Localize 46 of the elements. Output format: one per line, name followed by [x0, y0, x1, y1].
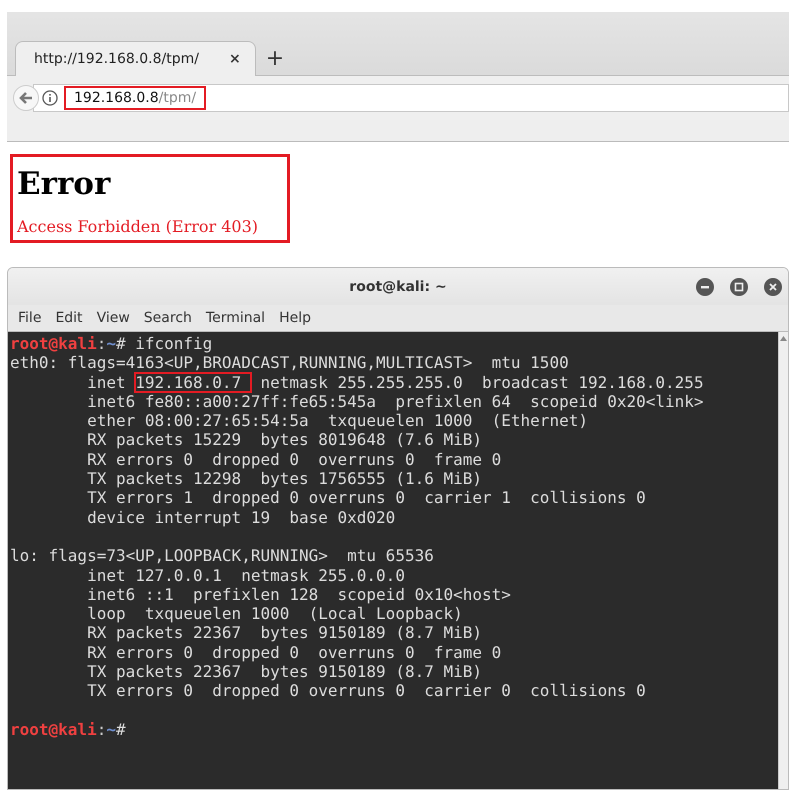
scroll-up-icon [780, 336, 787, 341]
terminal-line: inet6 ::1 prefixlen 128 scopeid 0x10<host> [86, 584, 511, 604]
terminal-line: device interrupt 19 base 0xd020 [86, 508, 396, 527]
terminal-line: TX errors 1 dropped 0 overruns 0 carrier 1 collisions 0 [86, 488, 646, 508]
menu-item[interactable]: View [90, 310, 137, 326]
terminal-line: RX errors 0 dropped 0 overruns 0 frame 0 [86, 450, 502, 470]
close-tab-button[interactable]: × [228, 51, 241, 67]
menu-item[interactable]: File [11, 310, 48, 326]
back-arrow-icon [19, 91, 33, 105]
terminal-line: root@kali:~# [10, 720, 127, 740]
terminal-line: TX errors 0 dropped 0 overruns 0 carrier 0 collisions 0 [86, 681, 646, 701]
address-bar[interactable]: 192.168.0.8/tpm/ [33, 84, 789, 112]
error-message: Access Forbidden (Error 403) [17, 217, 260, 236]
minimize-button[interactable] [696, 278, 714, 296]
terminal-line: TX packets 12298 bytes 1756555 (1.6 MiB) [86, 469, 482, 488]
terminal-line: root@kali:~# ifconfig [10, 334, 212, 354]
url-text: 192.168.0.8/tpm/ [64, 86, 206, 110]
info-icon [42, 90, 58, 106]
scrollbar[interactable] [778, 332, 788, 789]
terminal-line: netmask 255.255.255.0 broadcast 192.168.0.255 [259, 372, 704, 392]
error-heading: Error [17, 167, 112, 202]
close-icon [768, 282, 778, 292]
back-button[interactable] [13, 85, 39, 111]
terminal-line: inet 127.0.0.1 netmask 255.0.0.0 [86, 566, 405, 585]
terminal-line: eth0: flags=4163<UP,BROADCAST,RUNNING,MULTICAST> mtu 1500 [10, 353, 569, 373]
menu-item[interactable]: Terminal [198, 310, 272, 326]
close-button[interactable] [764, 278, 782, 296]
menu-item[interactable]: Search [136, 310, 199, 326]
new-tab-button[interactable]: + [266, 46, 284, 71]
terminal-line: RX packets 15229 bytes 8019648 (7.6 MiB) [86, 430, 482, 450]
terminal-line: TX packets 22367 bytes 9150189 (8.7 MiB) [86, 662, 482, 682]
terminal-line: inet [86, 372, 127, 392]
terminal-line: inet6 fe80::a00:27ff:fe65:545a prefixlen 64 scopeid 0x20<link> [86, 392, 704, 412]
terminal-line: loop txqueuelen 1000 (Local Loopback) [86, 604, 463, 624]
terminal-line: RX errors 0 dropped 0 overruns 0 frame 0 [86, 642, 502, 662]
menu-item[interactable]: Edit [48, 310, 90, 326]
browser-tab[interactable]: http://192.168.0.8/tpm/ × [15, 41, 256, 76]
maximize-button[interactable] [730, 278, 748, 296]
menu-item[interactable]: Help [272, 310, 318, 326]
terminal-line: lo: flags=73<UP,LOOPBACK,RUNNING> mtu 65536 [10, 546, 434, 566]
highlighted-ip: 192.168.0.7 [135, 372, 251, 392]
terminal-line: ether 08:00:27:65:54:5a txqueuelen 1000 (Ethernet) [86, 411, 588, 430]
terminal-line: RX packets 22367 bytes 9150189 (8.7 MiB) [86, 623, 482, 643]
tab-title: http://192.168.0.8/tpm/ [34, 51, 199, 67]
window-title: root@kali: ~ [349, 278, 447, 294]
square-icon [734, 282, 744, 292]
